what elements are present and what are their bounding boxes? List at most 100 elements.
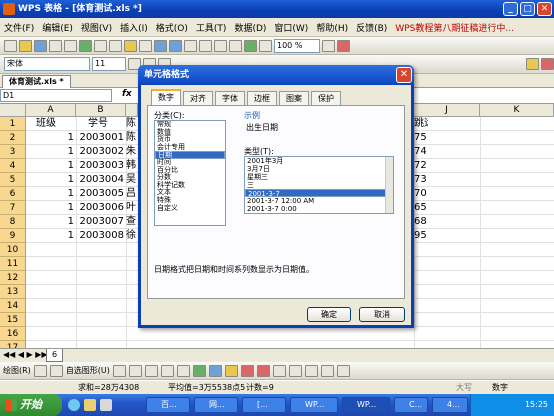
desktop-icon[interactable] (100, 399, 112, 411)
cell-class[interactable]: 1 (26, 145, 74, 159)
menu-insert[interactable]: 插入(I) (120, 21, 148, 34)
sheet-nav-icon[interactable]: ◀◀ ◀ ▶ ▶▶ (3, 350, 48, 359)
cell-c1[interactable]: 陈 (126, 117, 138, 131)
cell-long-jump[interactable]: 68 (414, 215, 428, 229)
promo-link[interactable]: WPS教程第八期征稿进行中... (395, 21, 514, 34)
cell-name[interactable]: 陈 (126, 131, 138, 145)
cell-student-id[interactable]: 2003007 (78, 215, 124, 229)
chart-icon[interactable] (244, 39, 257, 52)
category-item[interactable]: 自定义 (155, 204, 225, 213)
row-header[interactable]: 4 (0, 159, 26, 173)
cell-name[interactable]: 叶 (126, 201, 138, 215)
cell-name[interactable]: 查 (126, 215, 138, 229)
type-item[interactable]: 3月7日 (245, 165, 393, 173)
3d-icon[interactable] (336, 364, 350, 377)
draw-menu[interactable]: 绘图(R) (3, 365, 31, 376)
fx-icon[interactable]: fx (122, 89, 132, 99)
row-header[interactable]: 15 (0, 313, 26, 327)
sort-desc-icon[interactable] (229, 39, 242, 52)
clock[interactable]: 15:25 (525, 400, 548, 409)
sum-icon[interactable] (199, 39, 212, 52)
cell-class[interactable]: 1 (26, 131, 74, 145)
tab-file[interactable]: 体育测试.xls * (2, 75, 71, 88)
print-icon[interactable] (49, 39, 62, 52)
rectangle-icon[interactable] (144, 364, 158, 377)
ok-button[interactable]: 确定 (307, 307, 351, 322)
minimize-button[interactable]: _ (503, 2, 518, 16)
dash-style-icon[interactable] (288, 364, 302, 377)
menu-format[interactable]: 格式(O) (156, 21, 188, 34)
sheet-tab[interactable]: 6 (46, 349, 64, 362)
menu-help[interactable]: 帮助(H) (316, 21, 348, 34)
cell-name[interactable]: 吴 (126, 173, 138, 187)
image-icon[interactable] (208, 364, 222, 377)
row-header[interactable]: 6 (0, 187, 26, 201)
clipart-icon[interactable] (192, 364, 206, 377)
sort-asc-icon[interactable] (214, 39, 227, 52)
folder-icon[interactable] (84, 399, 96, 411)
row-header[interactable]: 10 (0, 243, 26, 257)
type-list[interactable]: 2001年3月 3月7日 星期三三 2001-3-7 2001-3-7 12:00 AM… (244, 156, 394, 214)
text-color-icon[interactable] (256, 364, 270, 377)
zoom-select[interactable]: 100 % (274, 38, 320, 53)
arrow-icon[interactable] (128, 364, 142, 377)
rotate-icon[interactable] (49, 364, 63, 377)
cell-student-id[interactable]: 2003001 (78, 131, 124, 145)
font-select[interactable]: 宋体 (4, 57, 90, 71)
size-select[interactable]: 11 (92, 57, 126, 71)
column-header-j[interactable]: J (414, 104, 480, 117)
taskbar-button-7[interactable]: 4... (432, 397, 468, 413)
copy-icon[interactable] (109, 39, 122, 52)
cell-name[interactable]: 徐 (126, 229, 138, 243)
menu-tools[interactable]: 工具(T) (196, 21, 227, 34)
row-header[interactable]: 8 (0, 215, 26, 229)
type-item[interactable]: 2001-3-7 (245, 189, 393, 198)
paste-icon[interactable] (124, 39, 137, 52)
cell-name[interactable]: 韩 (126, 159, 138, 173)
drawing-icon[interactable] (259, 39, 272, 52)
taskbar-button-5[interactable]: WP... (342, 397, 390, 413)
tab-protection[interactable]: 保护 (311, 91, 341, 105)
cancel-button[interactable]: 取消 (359, 307, 405, 322)
row-header[interactable]: 7 (0, 201, 26, 215)
cell-long-jump[interactable]: 65 (414, 201, 428, 215)
category-item[interactable]: 会计专用 (155, 143, 225, 152)
cell-student-id[interactable]: 2003005 (78, 187, 124, 201)
cell-a1[interactable]: 班级 (36, 117, 76, 131)
start-button[interactable]: 开始 (0, 394, 62, 416)
category-list[interactable]: 常规 数值 货币 会计专用 日期 时间 百分比 分数 科学记数 文本 特殊 自定义 (154, 120, 226, 226)
type-item[interactable]: 2001-3-7 12:00 AM (245, 197, 393, 205)
dialog-close-icon[interactable]: ✕ (396, 67, 412, 83)
cell-class[interactable]: 1 (26, 201, 74, 215)
undo-icon[interactable] (154, 39, 167, 52)
fill-icon[interactable] (224, 364, 238, 377)
save-icon[interactable] (34, 39, 47, 52)
preview-icon[interactable] (64, 39, 77, 52)
cell-i1[interactable]: 跳远 (414, 117, 428, 131)
fill-color-icon[interactable] (526, 58, 539, 70)
cell-name[interactable]: 吕 (126, 187, 138, 201)
cell-student-id[interactable]: 2003006 (78, 201, 124, 215)
line-style-icon[interactable] (272, 364, 286, 377)
cell-name[interactable]: 朱 (126, 145, 138, 159)
cell-long-jump[interactable]: 75 (414, 131, 428, 145)
cell-long-jump[interactable]: 73 (414, 173, 428, 187)
row-header[interactable]: 9 (0, 229, 26, 243)
help-icon[interactable] (322, 39, 335, 52)
cell-long-jump[interactable]: 74 (414, 145, 428, 159)
ie-icon[interactable] (68, 399, 80, 411)
type-item[interactable]: 2001年3月 (245, 157, 393, 165)
menu-data[interactable]: 数据(D) (234, 21, 266, 34)
taskbar-button-6[interactable]: C... (394, 397, 428, 413)
cell-class[interactable]: 1 (26, 159, 74, 173)
autoshape-menu[interactable]: 自选图形(U) (66, 365, 110, 376)
cell-long-jump[interactable]: 72 (414, 159, 428, 173)
cell-long-jump[interactable]: 70 (414, 187, 428, 201)
font-color-icon[interactable] (541, 58, 554, 70)
row-header[interactable]: 16 (0, 327, 26, 341)
type-item[interactable]: 三 (245, 181, 393, 189)
tab-pattern[interactable]: 图案 (279, 91, 309, 105)
menu-edit[interactable]: 编辑(E) (42, 21, 73, 34)
open-icon[interactable] (19, 39, 32, 52)
row-header[interactable]: 13 (0, 285, 26, 299)
